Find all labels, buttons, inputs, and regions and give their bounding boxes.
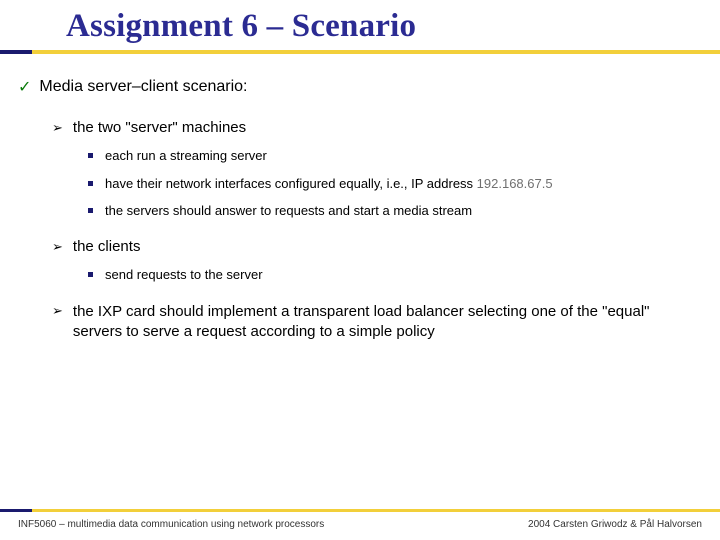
title-underline — [0, 50, 720, 54]
bullet-level1: ✓ Media server–client scenario: — [18, 78, 702, 97]
square-bullet-icon — [88, 153, 93, 158]
bullet-level3: have their network interfaces configured… — [88, 175, 702, 193]
footer-accent-dark — [0, 509, 32, 512]
footer-left: INF5060 – multimedia data communication … — [18, 519, 324, 530]
ixp-block: ➢ the IXP card should implement a transp… — [18, 302, 702, 343]
footer-accent-yellow — [32, 509, 720, 512]
content-area: ✓ Media server–client scenario: ➢ the tw… — [0, 78, 720, 360]
footer: INF5060 – multimedia data communication … — [0, 515, 720, 530]
arrow-icon: ➢ — [52, 302, 63, 320]
ip-address: 192.168.67.5 — [477, 176, 553, 191]
underline-accent-dark — [0, 50, 32, 54]
footer-row: INF5060 – multimedia data communication … — [18, 519, 702, 530]
clients-block: ➢ the clients send requests to the serve… — [18, 238, 702, 284]
bullet-text: the two "server" machines — [73, 119, 246, 136]
page-title: Assignment 6 – Scenario — [0, 8, 720, 45]
bullet-level3: the servers should answer to requests an… — [88, 202, 702, 220]
bullet-text: Media server–client scenario: — [39, 78, 247, 96]
square-bullet-icon — [88, 208, 93, 213]
arrow-icon: ➢ — [52, 119, 63, 137]
square-bullet-icon — [88, 272, 93, 277]
arrow-icon: ➢ — [52, 238, 63, 256]
square-bullet-icon — [88, 181, 93, 186]
bullet-level2: ➢ the IXP card should implement a transp… — [52, 302, 702, 343]
bullet-text: each run a streaming server — [105, 147, 267, 165]
check-icon: ✓ — [18, 78, 31, 97]
bullet-text: the IXP card should implement a transpar… — [73, 302, 702, 343]
slide: Assignment 6 – Scenario ✓ Media server–c… — [0, 0, 720, 540]
underline-accent-yellow — [32, 50, 720, 54]
bullet-text: the servers should answer to requests an… — [105, 202, 472, 220]
bullet-level3: send requests to the server — [88, 266, 702, 284]
footer-line — [0, 509, 720, 512]
bullet-level3: each run a streaming server — [88, 147, 702, 165]
bullet-level2: ➢ the two "server" machines — [52, 119, 702, 137]
title-area: Assignment 6 – Scenario — [0, 0, 720, 45]
servers-block: ➢ the two "server" machines each run a s… — [18, 119, 702, 220]
bullet-text-prefix: have their network interfaces configured… — [105, 176, 477, 191]
bullet-text: have their network interfaces configured… — [105, 175, 553, 193]
bullet-text: the clients — [73, 238, 141, 255]
footer-right: 2004 Carsten Griwodz & Pål Halvorsen — [528, 519, 702, 530]
bullet-level2: ➢ the clients — [52, 238, 702, 256]
bullet-text: send requests to the server — [105, 266, 263, 284]
